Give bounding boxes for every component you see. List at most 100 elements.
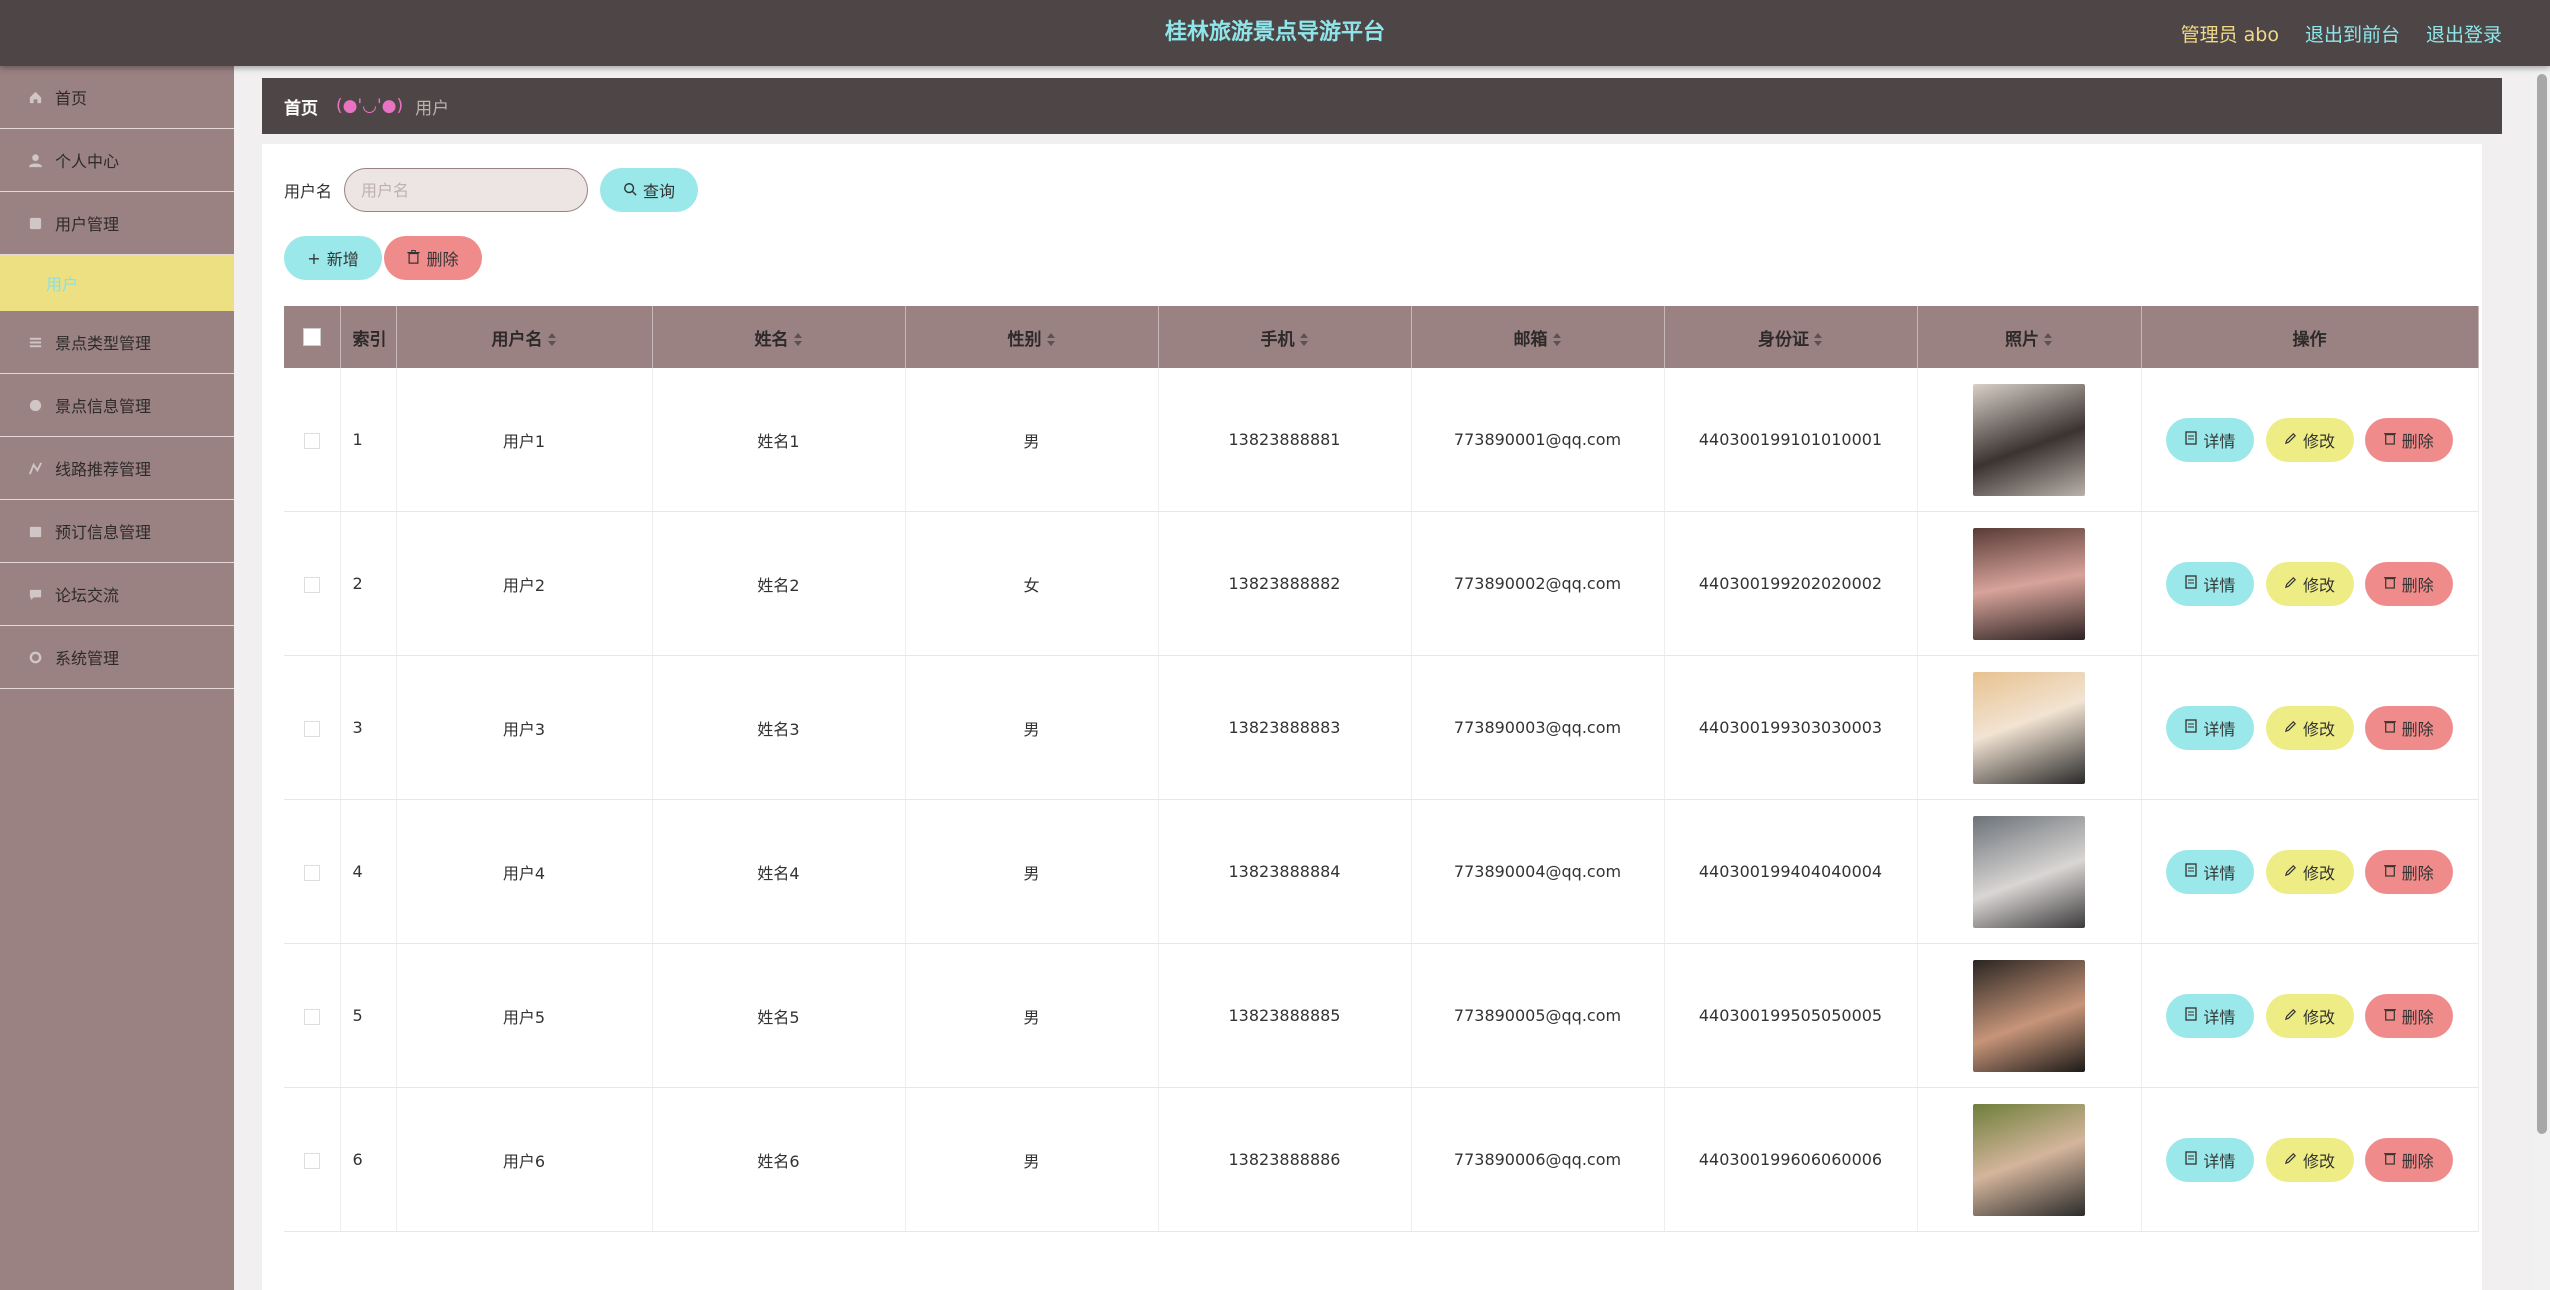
trash-icon xyxy=(2383,862,2396,881)
search-button[interactable]: 查询 xyxy=(600,168,699,212)
sort-icon[interactable] xyxy=(1046,332,1056,348)
document-icon xyxy=(2185,1006,2198,1025)
logout-link[interactable]: 退出登录 xyxy=(2426,20,2502,47)
cell-index: 1 xyxy=(340,368,397,512)
delete-button[interactable]: 删除 xyxy=(2364,705,2453,750)
add-button[interactable]: + 新增 xyxy=(284,236,382,280)
detail-button[interactable]: 详情 xyxy=(2166,993,2255,1038)
pencil-icon xyxy=(2284,574,2297,593)
user-photo[interactable] xyxy=(1973,1103,2085,1216)
edit-button[interactable]: 修改 xyxy=(2265,561,2354,606)
sidebar-item-label: 预订信息管理 xyxy=(55,523,152,542)
sidebar-item-booking[interactable]: 预订信息管理 xyxy=(0,500,234,563)
edit-button[interactable]: 修改 xyxy=(2265,1137,2354,1182)
sidebar-item-route[interactable]: 线路推荐管理 xyxy=(0,437,234,500)
user-photo[interactable] xyxy=(1973,527,2085,640)
table-row[interactable]: 1 用户1 姓名1 男 13823888881 773890001@qq.com… xyxy=(284,368,2479,512)
table-row[interactable]: 6 用户6 姓名6 男 13823888886 773890006@qq.com… xyxy=(284,1087,2479,1232)
row-checkbox-cell[interactable] xyxy=(284,655,341,800)
main-content: 用户名 查询 + 新增 删除 索引 用户名 姓名 xyxy=(262,144,2482,1290)
sidebar-item-forum[interactable]: 论坛交流 xyxy=(0,563,234,626)
col-header-idcard[interactable]: 身份证 xyxy=(1664,306,1918,368)
row-checkbox[interactable] xyxy=(303,432,320,449)
table-row[interactable]: 2 用户2 姓名2 女 13823888882 773890002@qq.com… xyxy=(284,511,2479,656)
sidebar-item-profile[interactable]: 个人中心 xyxy=(0,129,234,192)
col-header-photo[interactable]: 照片 xyxy=(1917,306,2142,368)
cell-actions: 详情 修改 删除 xyxy=(2141,943,2479,1088)
sidebar-item-scenic-type[interactable]: 景点类型管理 xyxy=(0,311,234,374)
detail-button[interactable]: 详情 xyxy=(2166,1137,2255,1182)
cell-phone: 13823888881 xyxy=(1158,368,1412,512)
sidebar: 首页 个人中心 用户管理 用户 景点类型管理 景点信息管理 线路推荐管理 预订信… xyxy=(0,66,234,1290)
row-checkbox[interactable] xyxy=(303,1008,320,1025)
row-checkbox-cell[interactable] xyxy=(284,1087,341,1232)
edit-button[interactable]: 修改 xyxy=(2265,849,2354,894)
sort-icon[interactable] xyxy=(1552,332,1562,348)
col-header-username[interactable]: 用户名 xyxy=(396,306,653,368)
select-all-checkbox-cell[interactable] xyxy=(284,306,341,368)
cell-actions: 详情 修改 删除 xyxy=(2141,799,2479,944)
sort-icon[interactable] xyxy=(1813,332,1823,348)
delete-button[interactable]: 删除 xyxy=(2364,417,2453,462)
table-row[interactable]: 3 用户3 姓名3 男 13823888883 773890003@qq.com… xyxy=(284,655,2479,800)
user-photo[interactable] xyxy=(1973,383,2085,496)
pencil-icon xyxy=(2284,1006,2297,1025)
edit-button[interactable]: 修改 xyxy=(2265,705,2354,750)
col-header-gender[interactable]: 性别 xyxy=(905,306,1159,368)
detail-label: 详情 xyxy=(2203,719,2236,739)
user-photo[interactable] xyxy=(1973,815,2085,928)
delete-button[interactable]: 删除 xyxy=(2364,1137,2453,1182)
sidebar-subitem-user[interactable]: 用户 xyxy=(0,255,234,311)
col-header-phone[interactable]: 手机 xyxy=(1158,306,1412,368)
select-all-checkbox[interactable] xyxy=(302,328,321,346)
delete-label: 删除 xyxy=(2401,719,2434,739)
delete-button[interactable]: 删除 xyxy=(2364,561,2453,606)
page-scrollbar-thumb[interactable] xyxy=(2537,74,2547,1134)
sort-icon[interactable] xyxy=(1299,332,1309,348)
detail-button[interactable]: 详情 xyxy=(2166,561,2255,606)
home-icon xyxy=(28,90,43,105)
cell-name: 姓名4 xyxy=(652,799,906,944)
sort-icon[interactable] xyxy=(547,332,557,348)
action-buttons: + 新增 删除 xyxy=(284,236,482,280)
detail-button[interactable]: 详情 xyxy=(2166,849,2255,894)
row-checkbox-cell[interactable] xyxy=(284,368,341,512)
cell-phone: 13823888886 xyxy=(1158,1087,1412,1232)
pencil-icon xyxy=(2284,862,2297,881)
sidebar-item-user-management[interactable]: 用户管理 xyxy=(0,192,234,255)
breadcrumb-current: 用户 xyxy=(415,98,450,119)
edit-button[interactable]: 修改 xyxy=(2265,417,2354,462)
edit-button[interactable]: 修改 xyxy=(2265,993,2354,1038)
sort-icon[interactable] xyxy=(793,332,803,348)
detail-button[interactable]: 详情 xyxy=(2166,417,2255,462)
sidebar-item-system[interactable]: 系统管理 xyxy=(0,626,234,689)
breadcrumb-home[interactable]: 首页 xyxy=(284,94,318,119)
row-checkbox[interactable] xyxy=(303,864,320,881)
row-checkbox[interactable] xyxy=(303,576,320,593)
col-header-name[interactable]: 姓名 xyxy=(652,306,906,368)
cell-gender: 男 xyxy=(905,799,1159,944)
cell-idcard: 440300199101010001 xyxy=(1664,368,1918,512)
sidebar-item-home[interactable]: 首页 xyxy=(0,66,234,129)
col-header-email[interactable]: 邮箱 xyxy=(1411,306,1665,368)
table-row[interactable]: 4 用户4 姓名4 男 13823888884 773890004@qq.com… xyxy=(284,799,2479,944)
username-search-input[interactable] xyxy=(344,168,589,212)
sidebar-item-scenic-info[interactable]: 景点信息管理 xyxy=(0,374,234,437)
delete-button[interactable]: 删除 xyxy=(2364,993,2453,1038)
row-checkbox-cell[interactable] xyxy=(284,943,341,1088)
table-header-row: 索引 用户名 姓名 性别 手机 邮箱 身份证 照片 操作 xyxy=(284,306,2479,368)
cell-name: 姓名2 xyxy=(652,511,906,656)
row-checkbox[interactable] xyxy=(303,1152,320,1169)
detail-button[interactable]: 详情 xyxy=(2166,705,2255,750)
user-photo[interactable] xyxy=(1973,959,2085,1072)
table-row[interactable]: 5 用户5 姓名5 男 13823888885 773890005@qq.com… xyxy=(284,943,2479,1088)
cell-index: 6 xyxy=(340,1087,397,1232)
batch-delete-button[interactable]: 删除 xyxy=(384,236,482,280)
row-checkbox-cell[interactable] xyxy=(284,511,341,656)
user-photo[interactable] xyxy=(1973,671,2085,784)
exit-to-front-link[interactable]: 退出到前台 xyxy=(2305,20,2400,47)
row-checkbox-cell[interactable] xyxy=(284,799,341,944)
delete-button[interactable]: 删除 xyxy=(2364,849,2453,894)
row-checkbox[interactable] xyxy=(303,720,320,737)
sort-icon[interactable] xyxy=(2043,332,2053,348)
